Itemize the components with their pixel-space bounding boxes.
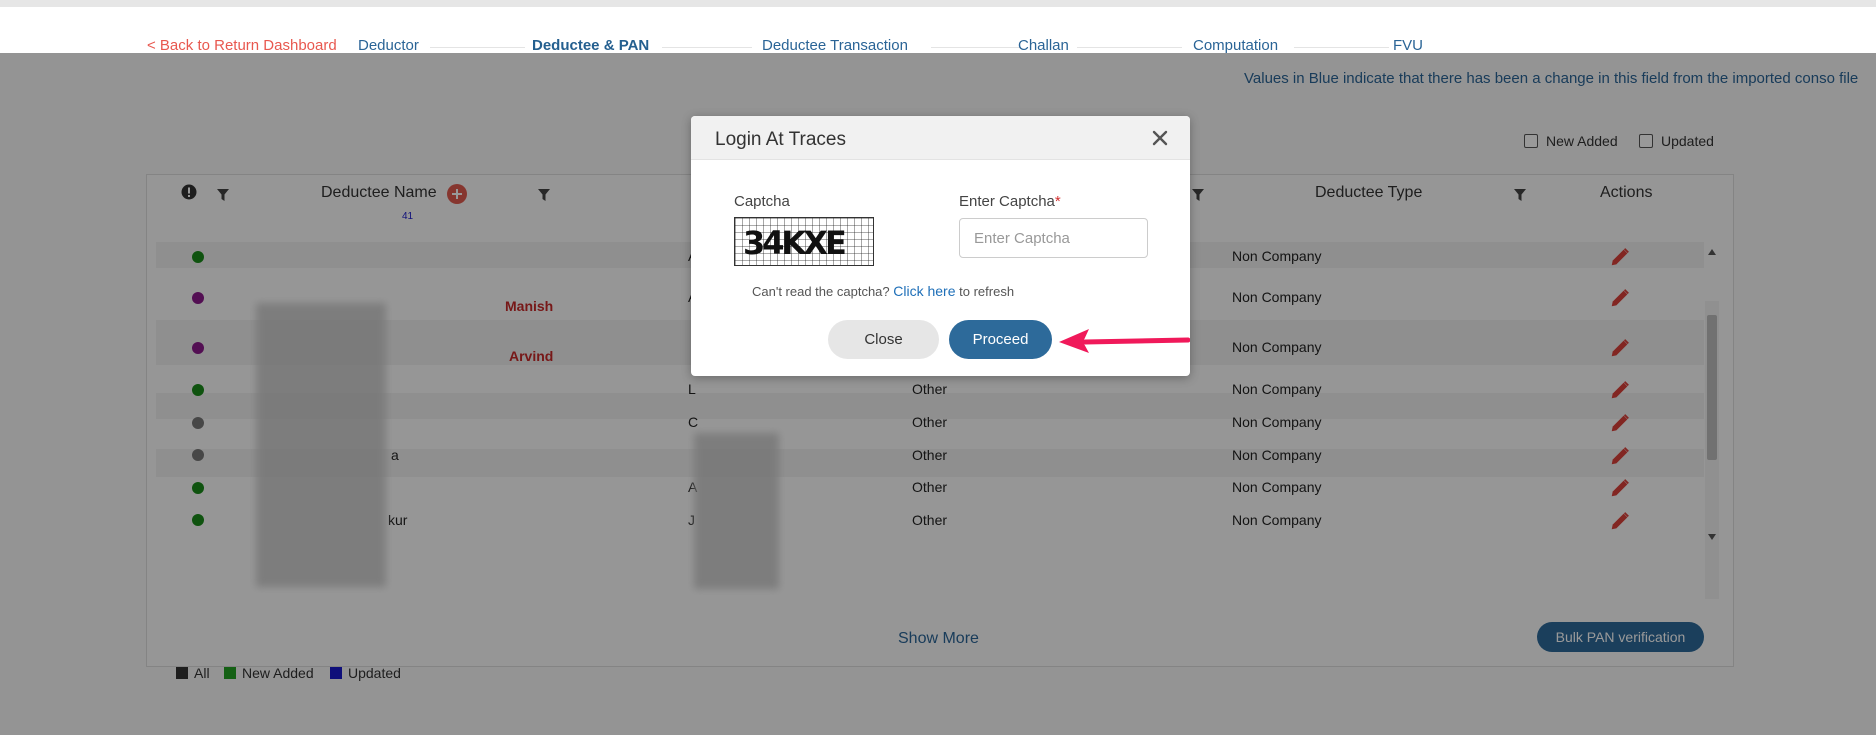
refresh-prefix: Can't read the captcha? (752, 284, 890, 299)
step-connector (931, 47, 1021, 48)
refresh-captcha-link[interactable]: Click here (893, 283, 955, 299)
step-fvu[interactable]: FVU (1393, 37, 1423, 54)
captcha-label: Captcha (734, 193, 790, 210)
step-connector (1077, 47, 1182, 48)
required-mark: * (1054, 193, 1061, 210)
captcha-refresh-hint: Can't read the captcha? Click here to re… (752, 283, 1014, 299)
close-button[interactable]: Close (828, 320, 939, 359)
back-to-dashboard-link[interactable]: < Back to Return Dashboard (147, 37, 337, 54)
close-icon[interactable] (1150, 128, 1170, 148)
captcha-image: 34KXE (734, 217, 874, 266)
step-connector (662, 47, 752, 48)
pointer-arrow-icon (1059, 329, 1190, 353)
top-border (0, 0, 1876, 7)
step-connector (430, 47, 525, 48)
step-connector (1294, 47, 1389, 48)
enter-captcha-label: Enter Captcha* (959, 193, 1061, 210)
step-deductee-pan[interactable]: Deductee & PAN (532, 37, 649, 54)
captcha-input[interactable] (959, 218, 1148, 258)
step-computation[interactable]: Computation (1193, 37, 1278, 54)
enter-captcha-text: Enter Captcha (959, 193, 1055, 210)
step-deductee-transaction[interactable]: Deductee Transaction (762, 37, 908, 54)
refresh-suffix: to refresh (959, 284, 1015, 299)
modal-title: Login At Traces (715, 129, 846, 150)
step-challan[interactable]: Challan (1018, 37, 1069, 54)
captcha-text: 34KXE (743, 224, 845, 262)
step-deductor[interactable]: Deductor (358, 37, 419, 54)
proceed-button[interactable]: Proceed (949, 320, 1052, 359)
